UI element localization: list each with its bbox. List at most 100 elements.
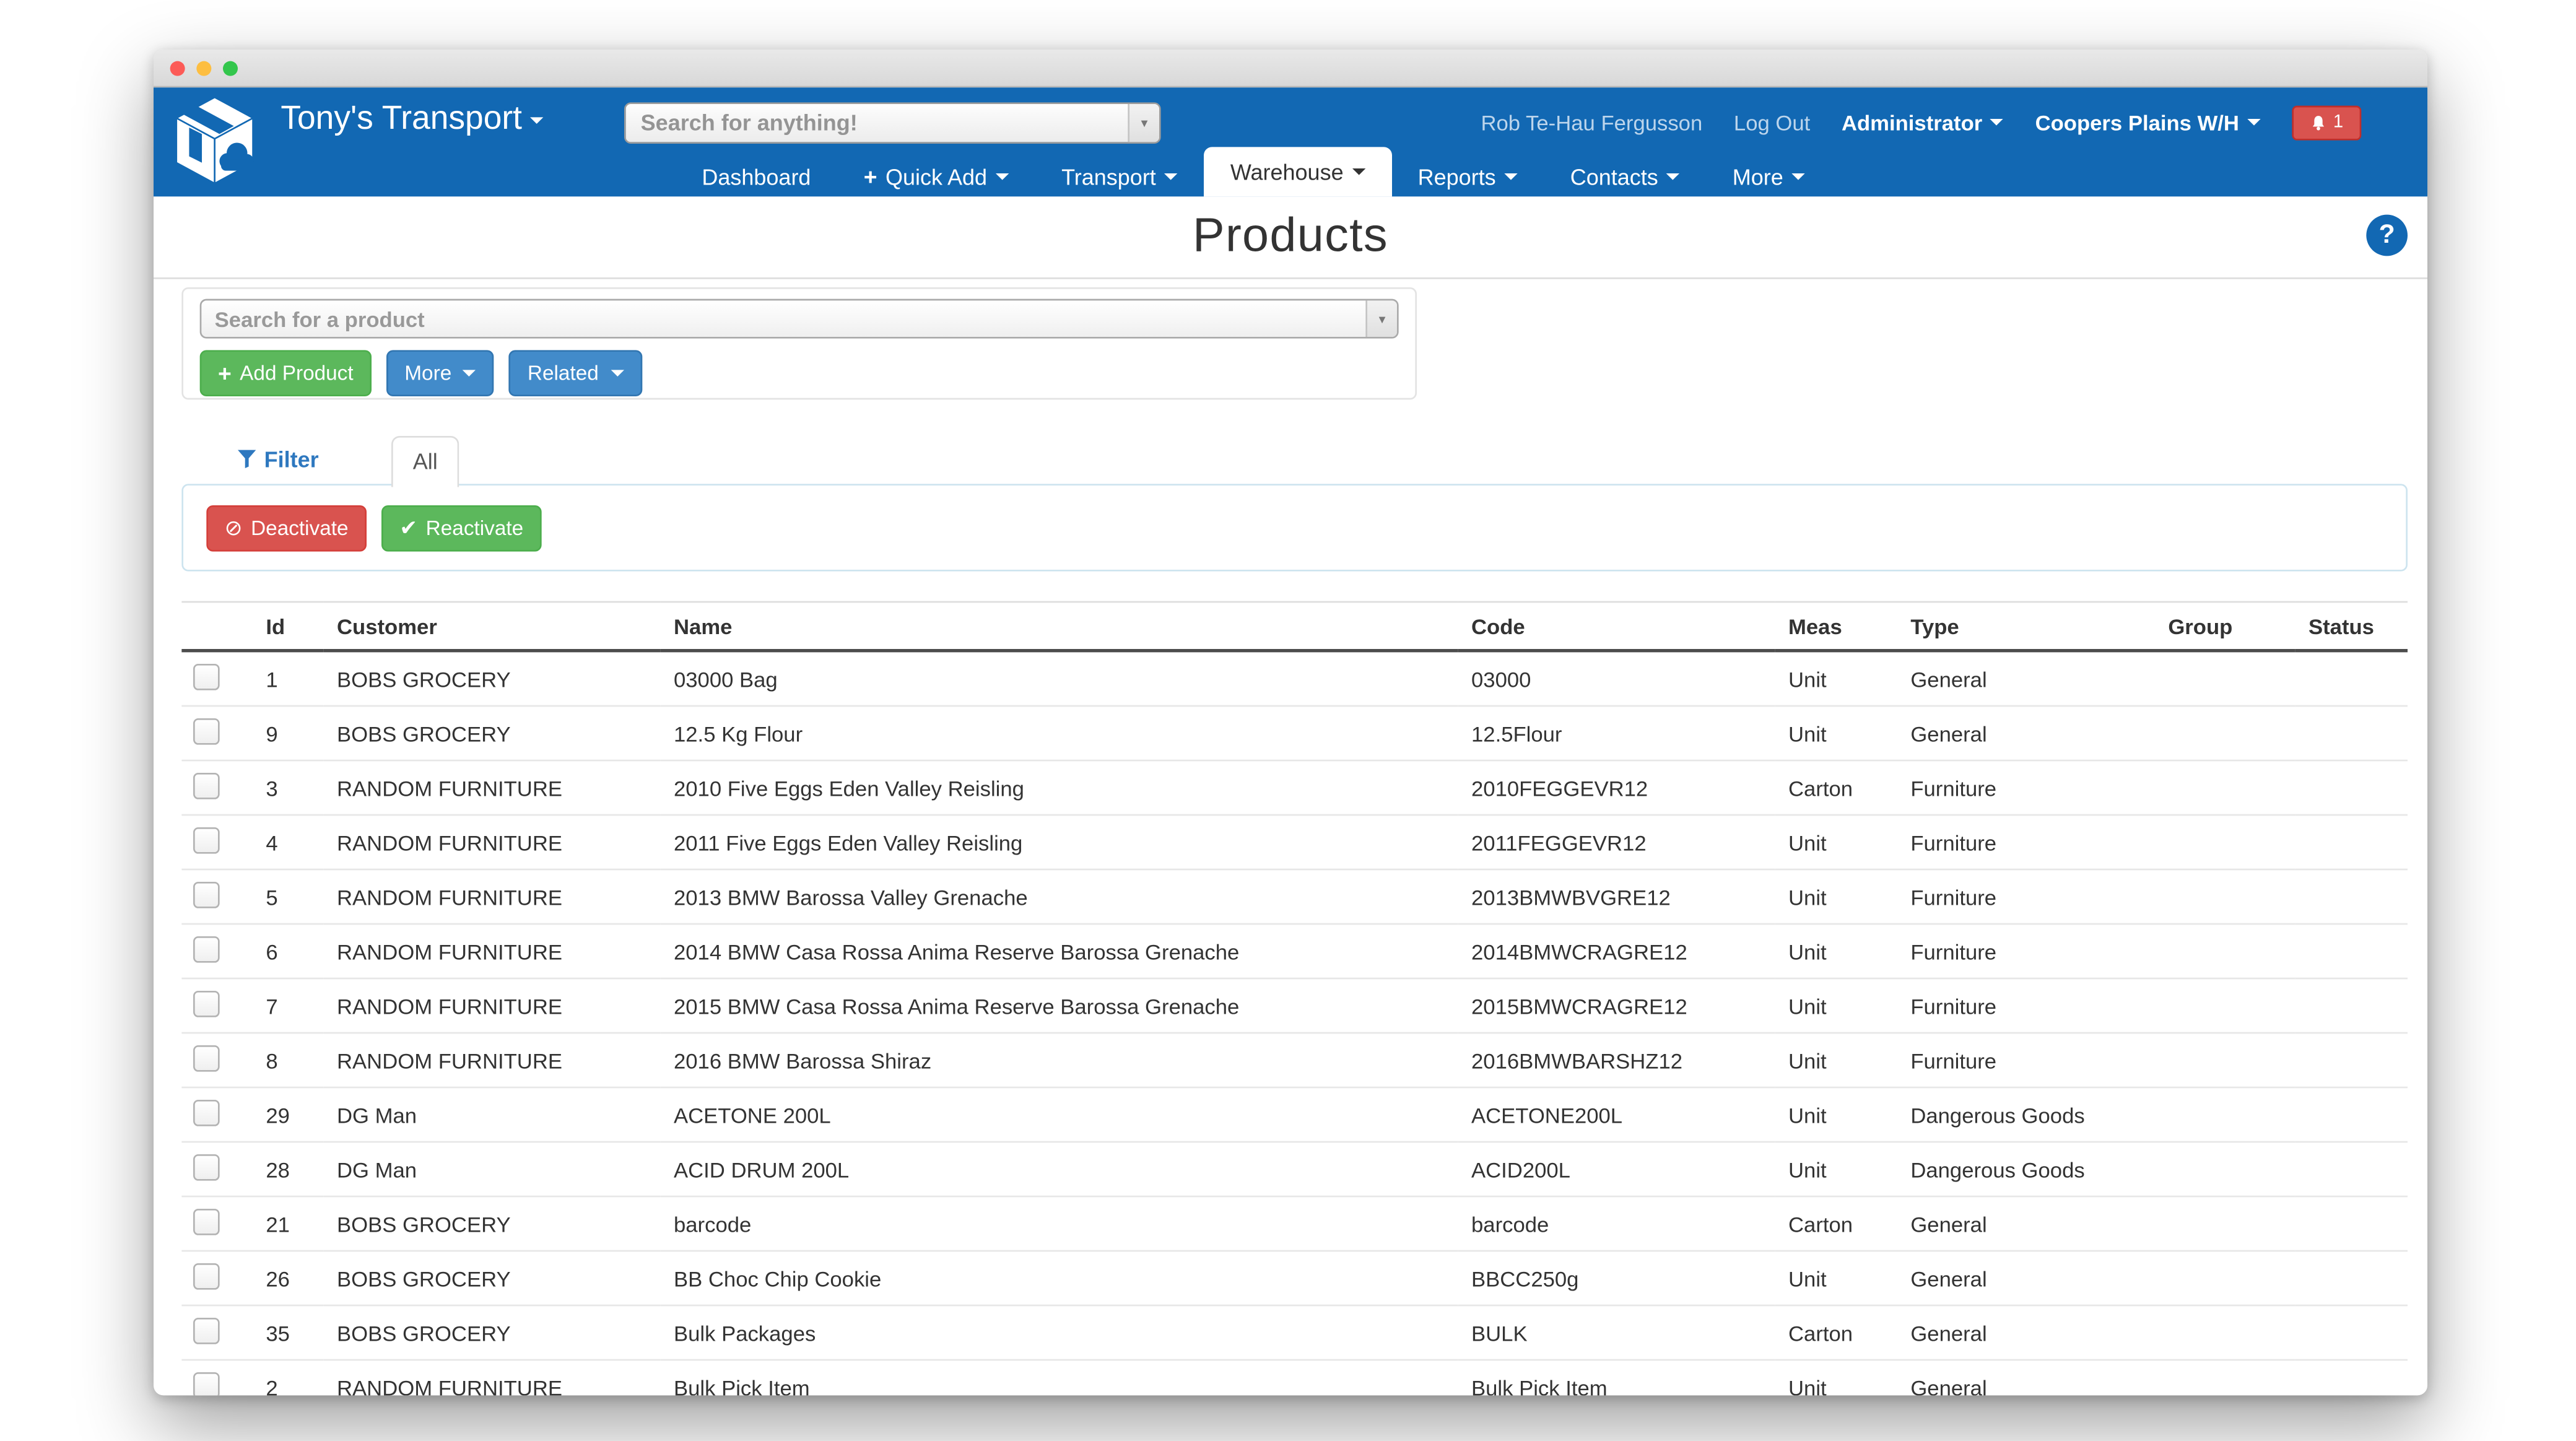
row-checkbox[interactable] (193, 1372, 220, 1396)
reactivate-label: Reactivate (426, 516, 524, 539)
related-button[interactable]: Related (510, 350, 642, 396)
cell-meas: Carton (1775, 1305, 1897, 1360)
row-checkbox[interactable] (193, 827, 220, 853)
cell-group (2155, 1087, 2295, 1142)
related-label: Related (528, 362, 599, 385)
row-checkbox[interactable] (193, 772, 220, 799)
cell-code: Bulk Pick Item (1458, 1360, 1775, 1395)
nav-item-label: Contacts (1570, 164, 1658, 189)
minimize-window-button[interactable] (196, 60, 211, 75)
cell-type: Furniture (1897, 978, 2155, 1033)
table-row: 3RANDOM FURNITURE2010 Five Eggs Eden Val… (181, 760, 2408, 815)
page-title: Products (1193, 210, 1388, 264)
nav-item-reports[interactable]: Reports (1391, 157, 1544, 196)
table-row: 28DG ManACID DRUM 200LACID200LUnitDanger… (181, 1142, 2408, 1196)
cell-code: ACETONE200L (1458, 1087, 1775, 1142)
row-checkbox[interactable] (193, 881, 220, 908)
brand-menu[interactable]: Tony's Transport (281, 101, 543, 139)
cell-status (2295, 651, 2408, 706)
filter-label: Filter (264, 446, 319, 471)
nav-item-quick-add[interactable]: +Quick Add (837, 157, 1035, 196)
table-row: 7RANDOM FURNITURE2015 BMW Casa Rossa Ani… (181, 978, 2408, 1033)
row-checkbox[interactable] (193, 663, 220, 690)
row-checkbox[interactable] (193, 1263, 220, 1289)
zoom-window-button[interactable] (223, 60, 238, 75)
cell-type: Furniture (1897, 760, 2155, 815)
cell-code: 12.5Flour (1458, 706, 1775, 760)
app-window: Tony's Transport Search for anything! ▾ … (154, 50, 2427, 1395)
cell-name: 2011 Five Eggs Eden Valley Reisling (661, 815, 1458, 869)
close-window-button[interactable] (170, 60, 185, 75)
row-checkbox[interactable] (193, 1045, 220, 1071)
products-table: IdCustomerNameCodeMeasTypeGroupStatus 1B… (181, 601, 2408, 1396)
cell-id: 6 (253, 924, 324, 978)
cell-meas: Unit (1775, 1087, 1897, 1142)
row-checkbox[interactable] (193, 990, 220, 1017)
product-search-dropdown-arrow-icon[interactable]: ▾ (1365, 300, 1397, 337)
more-button[interactable]: More (386, 350, 495, 396)
deactivate-button[interactable]: ⊘ Deactivate (206, 505, 367, 551)
cell-id: 29 (253, 1087, 324, 1142)
cell-type: General (1897, 651, 2155, 706)
column-header-type: Type (1897, 602, 2155, 651)
row-checkbox[interactable] (193, 1154, 220, 1180)
column-header-customer: Customer (324, 602, 661, 651)
logout-link[interactable]: Log Out (1734, 110, 1810, 134)
cell-id: 28 (253, 1142, 324, 1196)
cell-customer: BOBS GROCERY (324, 706, 661, 760)
table-row: 8RANDOM FURNITURE2016 BMW Barossa Shiraz… (181, 1033, 2408, 1087)
role-menu[interactable]: Administrator (1842, 110, 2004, 134)
product-search-input[interactable]: Search for a product ▾ (200, 299, 1399, 339)
cell-code: 2015BMWCRAGRE12 (1458, 978, 1775, 1033)
cell-group (2155, 924, 2295, 978)
add-product-button[interactable]: + Add Product (200, 350, 372, 396)
cell-customer: RANDOM FURNITURE (324, 1033, 661, 1087)
row-checkbox-cell (181, 1087, 253, 1142)
help-button[interactable]: ? (2366, 215, 2408, 256)
cell-customer: RANDOM FURNITURE (324, 869, 661, 924)
row-checkbox-cell (181, 651, 253, 706)
reactivate-button[interactable]: ✔ Reactivate (381, 505, 542, 551)
cell-meas: Unit (1775, 1033, 1897, 1087)
nav-item-contacts[interactable]: Contacts (1544, 157, 1706, 196)
cell-status (2295, 1033, 2408, 1087)
tab-all[interactable]: All (391, 435, 459, 487)
chevron-down-icon (1352, 168, 1365, 175)
column-header-name: Name (661, 602, 1458, 651)
nav-item-more[interactable]: More (1706, 157, 1831, 196)
cell-code: BULK (1458, 1305, 1775, 1360)
row-checkbox[interactable] (193, 936, 220, 962)
filter-toggle-link[interactable]: Filter (238, 446, 319, 471)
column-header-meas: Meas (1775, 602, 1897, 651)
nav-item-warehouse[interactable]: Warehouse (1204, 147, 1391, 196)
cell-customer: RANDOM FURNITURE (324, 1360, 661, 1395)
cell-customer: BOBS GROCERY (324, 1251, 661, 1305)
notifications-button[interactable]: 1 (2292, 105, 2361, 139)
warehouse-label: Coopers Plains W/H (2035, 110, 2239, 134)
cell-type: General (1897, 1360, 2155, 1395)
row-checkbox[interactable] (193, 1099, 220, 1126)
global-search-input[interactable]: Search for anything! ▾ (624, 102, 1161, 144)
cell-name: BB Choc Chip Cookie (661, 1251, 1458, 1305)
cell-name: 2010 Five Eggs Eden Valley Reisling (661, 760, 1458, 815)
chevron-down-icon (530, 116, 543, 123)
cell-type: General (1897, 1251, 2155, 1305)
cell-name: 2016 BMW Barossa Shiraz (661, 1033, 1458, 1087)
window-titlebar (154, 50, 2427, 87)
cell-group (2155, 706, 2295, 760)
nav-item-dashboard[interactable]: Dashboard (676, 157, 837, 196)
row-checkbox[interactable] (193, 1208, 220, 1235)
more-label: More (404, 362, 451, 385)
chevron-down-icon (1164, 173, 1177, 180)
cell-name: Bulk Packages (661, 1305, 1458, 1360)
column-header-code: Code (1458, 602, 1775, 651)
row-checkbox[interactable] (193, 1317, 220, 1344)
row-checkbox[interactable] (193, 718, 220, 744)
table-row: 21BOBS GROCERYbarcodebarcodeCartonGenera… (181, 1196, 2408, 1251)
brand-label: Tony's Transport (281, 101, 522, 139)
cell-customer: RANDOM FURNITURE (324, 815, 661, 869)
cell-meas: Unit (1775, 1142, 1897, 1196)
nav-item-transport[interactable]: Transport (1035, 157, 1204, 196)
search-dropdown-arrow-icon[interactable]: ▾ (1128, 104, 1159, 142)
warehouse-menu[interactable]: Coopers Plains W/H (2035, 110, 2261, 134)
